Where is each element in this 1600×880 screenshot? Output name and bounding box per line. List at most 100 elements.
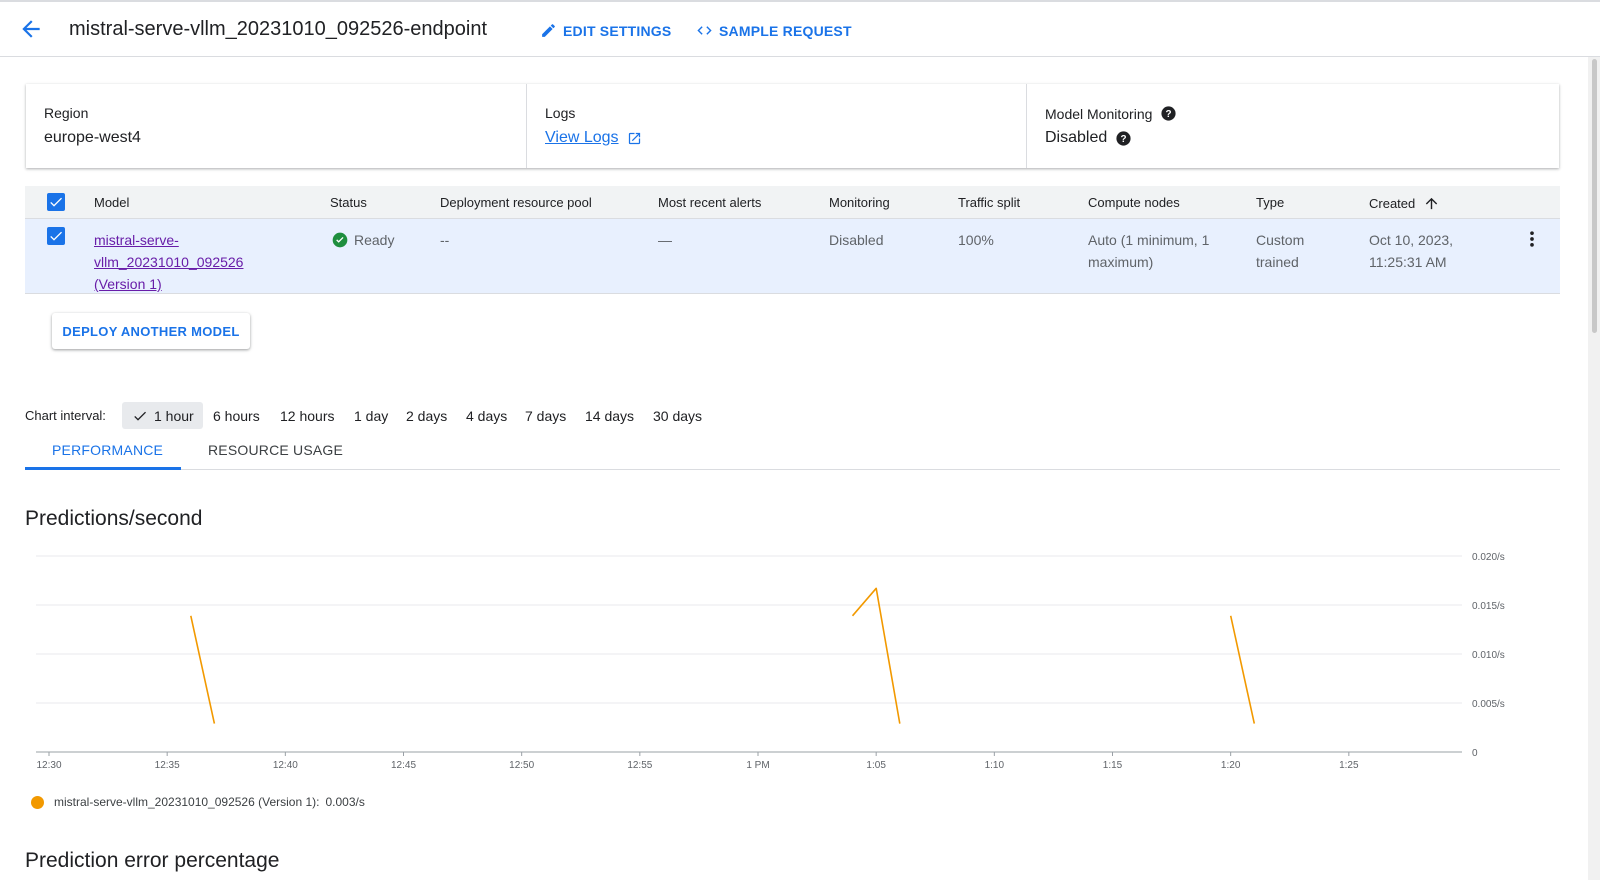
x-tick-label: 1:10	[985, 760, 1005, 771]
page-title: mistral-serve-vllm_20231010_092526-endpo…	[69, 18, 488, 40]
column-header-created-label: Created	[1369, 196, 1416, 211]
active-tab-indicator	[25, 467, 181, 470]
check-icon	[134, 411, 146, 421]
status-cell: Ready	[332, 229, 394, 251]
model-monitoring-value-text: Disabled	[1045, 129, 1108, 146]
x-tick-label: 12:30	[36, 760, 61, 771]
pencil-icon	[542, 24, 555, 37]
table-row[interactable]: mistral-serve- vllm_20231010_092526 (Ver…	[25, 219, 1560, 294]
interval-chip-2-days[interactable]: 2 days	[406, 402, 447, 429]
created-line: 11:25:31 AM	[1369, 254, 1447, 270]
status-text: Ready	[354, 232, 395, 248]
y-tick-label: 0.010/s	[1472, 650, 1505, 661]
monitoring-cell: Disabled	[829, 232, 884, 248]
interval-chip-14-days[interactable]: 14 days	[585, 402, 634, 429]
type-cell: Custom trained	[1256, 229, 1304, 273]
interval-chip-label: 1 hour	[154, 407, 194, 424]
logs-section: Logs View Logs	[526, 84, 1027, 168]
scrollbar-thumb[interactable]	[1592, 59, 1597, 333]
help-icon[interactable]: ?	[1160, 105, 1177, 122]
view-logs-link[interactable]: View Logs	[545, 129, 642, 147]
deploy-another-model-button[interactable]: DEPLOY ANOTHER MODEL	[52, 313, 250, 349]
model-monitoring-value: Disabled ?	[1045, 129, 1132, 147]
code-icon	[697, 26, 712, 35]
column-header-compute-nodes[interactable]: Compute nodes	[1088, 195, 1180, 210]
edit-settings-button[interactable]: EDIT SETTINGS	[540, 22, 671, 39]
chart-interval-label: Chart interval:	[25, 408, 106, 423]
row-actions-button[interactable]	[1522, 229, 1542, 249]
tabs-divider	[25, 469, 1560, 470]
models-table-header: Model Status Deployment resource pool Mo…	[25, 186, 1560, 219]
x-tick-label: 1:25	[1339, 760, 1359, 771]
x-tick-label: 12:55	[627, 760, 652, 771]
column-header-traffic-split[interactable]: Traffic split	[958, 195, 1020, 210]
model-monitoring-section: Model Monitoring ? Disabled ?	[1026, 84, 1560, 168]
predictions-chart-title: Predictions/second	[25, 507, 203, 530]
tab-resource-usage[interactable]: RESOURCE USAGE	[208, 442, 343, 458]
region-section: Region europe-west4	[26, 84, 526, 168]
column-header-created[interactable]: Created	[1369, 195, 1440, 212]
endpoint-info-card: Region europe-west4 Logs View Logs Model…	[26, 84, 1559, 168]
x-tick-label: 1:15	[1103, 760, 1123, 771]
logs-label: Logs	[545, 105, 576, 121]
help-icon[interactable]: ?	[1115, 130, 1132, 147]
tab-performance[interactable]: PERFORMANCE	[52, 442, 163, 458]
page-header: mistral-serve-vllm_20231010_092526-endpo…	[0, 2, 1600, 57]
sort-ascending-icon	[1426, 197, 1438, 210]
y-tick-label: 0.005/s	[1472, 699, 1505, 710]
alerts-cell: —	[658, 232, 672, 248]
interval-chip-7-days[interactable]: 7 days	[525, 402, 566, 429]
select-all-checkbox[interactable]	[47, 193, 65, 211]
model-link-line: vllm_20231010_092526	[94, 254, 244, 270]
model-link[interactable]: mistral-serve- vllm_20231010_092526 (Ver…	[94, 229, 243, 295]
x-tick-label: 1 PM	[746, 760, 769, 771]
back-button[interactable]	[18, 16, 44, 42]
model-link-line: mistral-serve-	[94, 232, 179, 248]
column-header-monitoring[interactable]: Monitoring	[829, 195, 890, 210]
legend-separator: :	[316, 795, 320, 809]
model-monitoring-label: Model Monitoring ?	[1045, 105, 1177, 122]
interval-chip-6-hours[interactable]: 6 hours	[213, 402, 260, 429]
interval-chip-1-day[interactable]: 1 day	[354, 402, 388, 429]
check-circle-icon	[332, 232, 348, 248]
x-tick-label: 12:50	[509, 760, 534, 771]
legend-series-value: 0.003/s	[325, 795, 365, 809]
sample-request-button[interactable]: SAMPLE REQUEST	[696, 22, 852, 39]
column-header-status[interactable]: Status	[330, 195, 367, 210]
resource-pool-cell: --	[440, 232, 450, 248]
column-header-resource-pool[interactable]: Deployment resource pool	[440, 195, 592, 210]
error-percentage-chart-title: Prediction error percentage	[25, 849, 280, 872]
more-vert-icon	[1530, 231, 1534, 247]
x-tick-label: 12:45	[391, 760, 416, 771]
column-header-alerts[interactable]: Most recent alerts	[658, 195, 761, 210]
y-tick-label: 0.015/s	[1472, 601, 1505, 612]
interval-chip-1-hour[interactable]: 1 hour	[122, 402, 203, 429]
chart-legend: mistral-serve-vllm_20231010_092526 (Vers…	[31, 795, 365, 809]
legend-swatch	[31, 795, 44, 809]
x-tick-label: 12:40	[273, 760, 298, 771]
legend-series-name: mistral-serve-vllm_20231010_092526 (Vers…	[54, 795, 317, 809]
open-in-new-icon	[628, 132, 640, 144]
page-scrollbar[interactable]	[1588, 57, 1600, 880]
compute-nodes-cell: Auto (1 minimum, 1 maximum)	[1088, 229, 1209, 273]
sample-request-label: SAMPLE REQUEST	[719, 22, 852, 39]
predictions-per-second-chart: 0 0.005/s 0.010/s 0.015/s 0.020/s 12:30 12:35 1…	[36, 552, 1505, 771]
interval-chip-30-days[interactable]: 30 days	[653, 402, 702, 429]
series-line-segment	[1229, 615, 1256, 724]
check-icon	[50, 197, 62, 207]
created-cell: Oct 10, 2023, 11:25:31 AM	[1369, 229, 1453, 273]
column-header-type[interactable]: Type	[1256, 195, 1284, 210]
type-line: trained	[1256, 254, 1299, 270]
view-logs-text: View Logs	[545, 129, 619, 146]
interval-chip-12-hours[interactable]: 12 hours	[280, 402, 334, 429]
compute-nodes-line: Auto (1 minimum, 1	[1088, 232, 1210, 248]
row-checkbox[interactable]	[47, 227, 65, 245]
column-header-model[interactable]: Model	[94, 195, 129, 210]
compute-nodes-line: maximum)	[1088, 254, 1154, 270]
created-line: Oct 10, 2023,	[1369, 232, 1454, 248]
interval-chip-4-days[interactable]: 4 days	[466, 402, 507, 429]
y-tick-label: 0.020/s	[1472, 552, 1505, 563]
edit-settings-label: EDIT SETTINGS	[563, 22, 672, 39]
svg-text:?: ?	[1121, 134, 1127, 145]
traffic-split-cell: 100%	[958, 232, 994, 248]
